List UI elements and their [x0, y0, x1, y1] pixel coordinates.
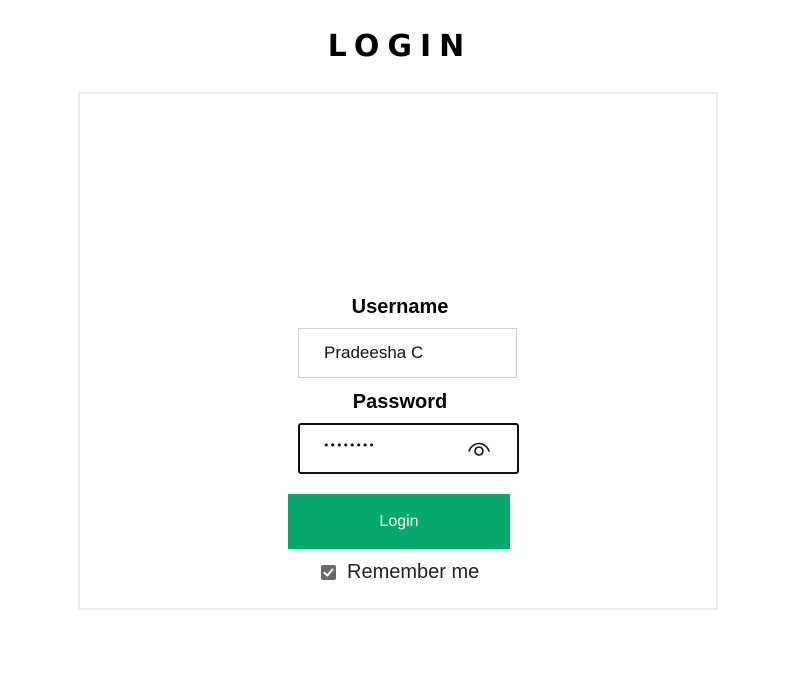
remember-label: Remember me [347, 561, 480, 583]
username-value: Pradeesha C [324, 343, 424, 362]
eye-icon[interactable] [467, 438, 491, 458]
checkmark-icon [323, 568, 334, 576]
remember-me: Remember me [321, 560, 479, 584]
username-input[interactable]: Pradeesha C [298, 328, 517, 378]
password-value: •••••••• [323, 439, 375, 452]
remember-checkbox[interactable] [321, 564, 336, 580]
login-page: LOGIN Username Pradeesha C Password ••••… [0, 0, 787, 673]
page-title: LOGIN [327, 29, 473, 64]
username-label: Username [351, 296, 449, 318]
password-input[interactable]: •••••••• [298, 423, 519, 474]
login-card: Username Pradeesha C Password •••••••• L… [78, 92, 718, 610]
password-label: Password [352, 391, 448, 413]
login-button[interactable]: Login [288, 494, 510, 549]
